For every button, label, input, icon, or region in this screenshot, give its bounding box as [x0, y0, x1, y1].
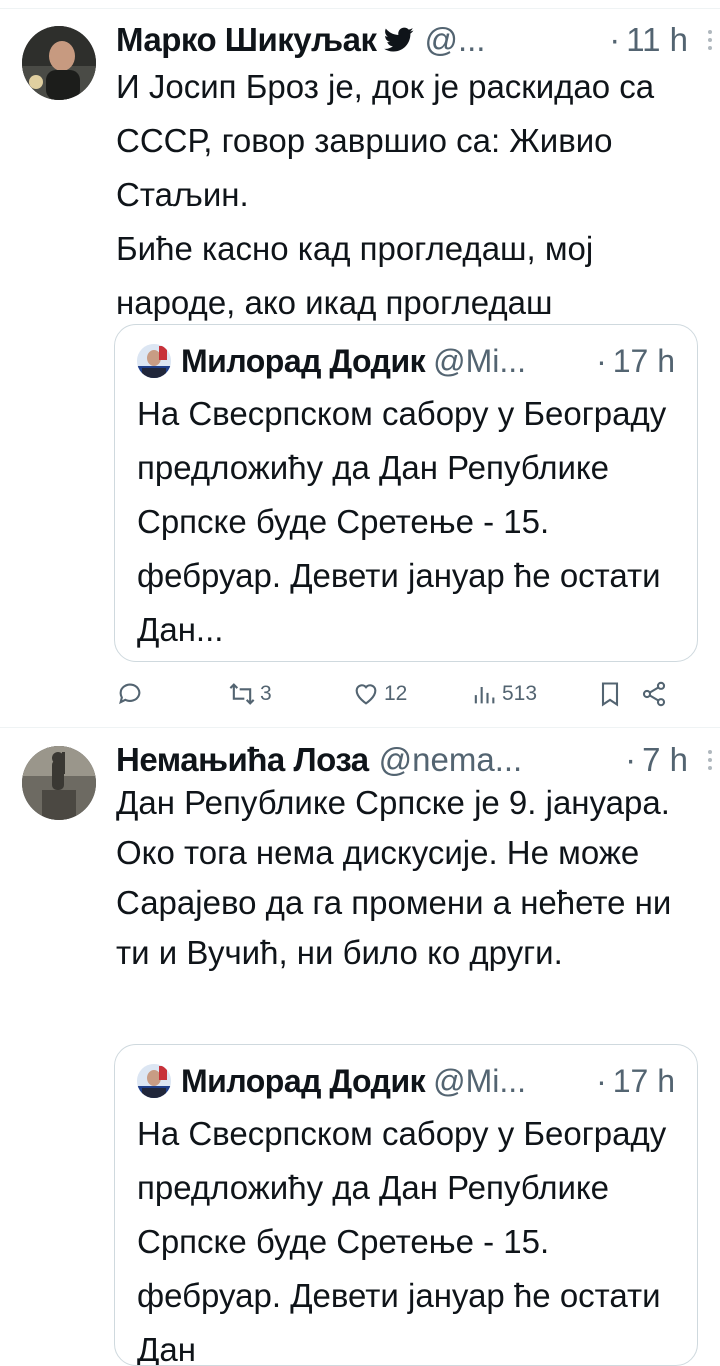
- twitter-bird-icon: [384, 27, 414, 52]
- quoted-tweet-header: Милорад Додик @Mi... · 17 h: [137, 1059, 675, 1103]
- tweet-paragraph: И Јосип Броз је, док је раскидао са СССР…: [116, 68, 655, 213]
- share-icon: [642, 681, 666, 707]
- quoted-author-handle: @Mi...: [433, 342, 527, 379]
- person-photo-icon: [22, 26, 96, 100]
- more-options-icon[interactable]: [708, 750, 714, 772]
- person-photo-icon: [137, 1064, 171, 1098]
- statue-photo-icon: [22, 746, 96, 820]
- tweet-1[interactable]: Марко Шикуљак @... · 11 h И Јосип Броз ј…: [0, 0, 720, 726]
- tweet-header: Немањића Лоза @nema... · 7 h: [116, 738, 712, 782]
- quoted-author-name: Милорад Додик: [181, 342, 426, 379]
- reply-icon: [119, 683, 141, 705]
- author-name[interactable]: Немањића Лоза: [116, 741, 369, 779]
- quoted-author-handle: @Mi...: [433, 1062, 527, 1099]
- header-separator: ·: [609, 21, 621, 58]
- author-avatar[interactable]: [22, 746, 96, 820]
- views-button[interactable]: 513: [470, 680, 596, 708]
- person-photo-icon: [137, 344, 171, 378]
- author-name[interactable]: Марко Шикуљак: [116, 21, 377, 59]
- quoted-tweet-text: На Свесрпском сабору у Београду предложи…: [137, 1115, 667, 1366]
- tweet-header: Марко Шикуљак @... · 11 h: [116, 18, 712, 62]
- tweet-time[interactable]: 7 h: [642, 741, 688, 779]
- bookmark-button[interactable]: [596, 680, 640, 708]
- heart-icon: [355, 684, 377, 705]
- quoted-tweet[interactable]: Милорад Додик @Mi... · 17 h На Свесрпско…: [114, 1044, 698, 1366]
- tweet-text: Дан Републике Српске је 9. јануара. Око …: [116, 778, 700, 978]
- quoted-tweet-text: На Свесрпском сабору у Београду предложи…: [137, 395, 667, 648]
- author-avatar[interactable]: [22, 26, 96, 100]
- tweet-2[interactable]: Немањића Лоза @nema... · 7 h Дан Републи…: [0, 728, 720, 1366]
- quoted-author-avatar: [137, 1064, 171, 1098]
- quoted-tweet-time: 17 h: [612, 1062, 675, 1099]
- author-handle[interactable]: @...: [424, 21, 485, 59]
- header-separator: ·: [596, 1062, 607, 1099]
- tweet-paragraph: Дан Републике Српске је 9. јануара. Око …: [116, 784, 672, 971]
- quoted-author-name: Милорад Додик: [181, 1062, 426, 1099]
- quoted-tweet-time: 17 h: [612, 342, 675, 379]
- view-count: 513: [502, 682, 538, 705]
- like-button[interactable]: 12: [352, 680, 470, 708]
- tweet-actions: 3 12 513: [116, 674, 688, 714]
- retweet-icon: [229, 683, 255, 705]
- tweet-time[interactable]: 11 h: [626, 21, 688, 59]
- analytics-icon: [474, 687, 495, 704]
- quoted-author-avatar: [137, 344, 171, 378]
- reply-button[interactable]: [116, 680, 228, 708]
- retweet-count: 3: [260, 682, 272, 705]
- author-handle[interactable]: @nema...: [379, 741, 523, 779]
- like-count: 12: [384, 682, 408, 705]
- header-separator: ·: [625, 741, 637, 778]
- share-button[interactable]: [640, 680, 670, 708]
- retweet-button[interactable]: 3: [228, 680, 352, 708]
- tweet-text: И Јосип Броз је, док је раскидао са СССР…: [116, 60, 700, 330]
- more-options-icon[interactable]: [708, 30, 714, 52]
- bookmark-icon: [601, 682, 619, 707]
- tweet-paragraph: Биће касно кад прогледаш, мој народе, ак…: [116, 230, 594, 321]
- quoted-tweet[interactable]: Милорад Додик @Mi... · 17 h На Свесрпско…: [114, 324, 698, 662]
- header-separator: ·: [596, 342, 607, 379]
- quoted-tweet-header: Милорад Додик @Mi... · 17 h: [137, 339, 675, 383]
